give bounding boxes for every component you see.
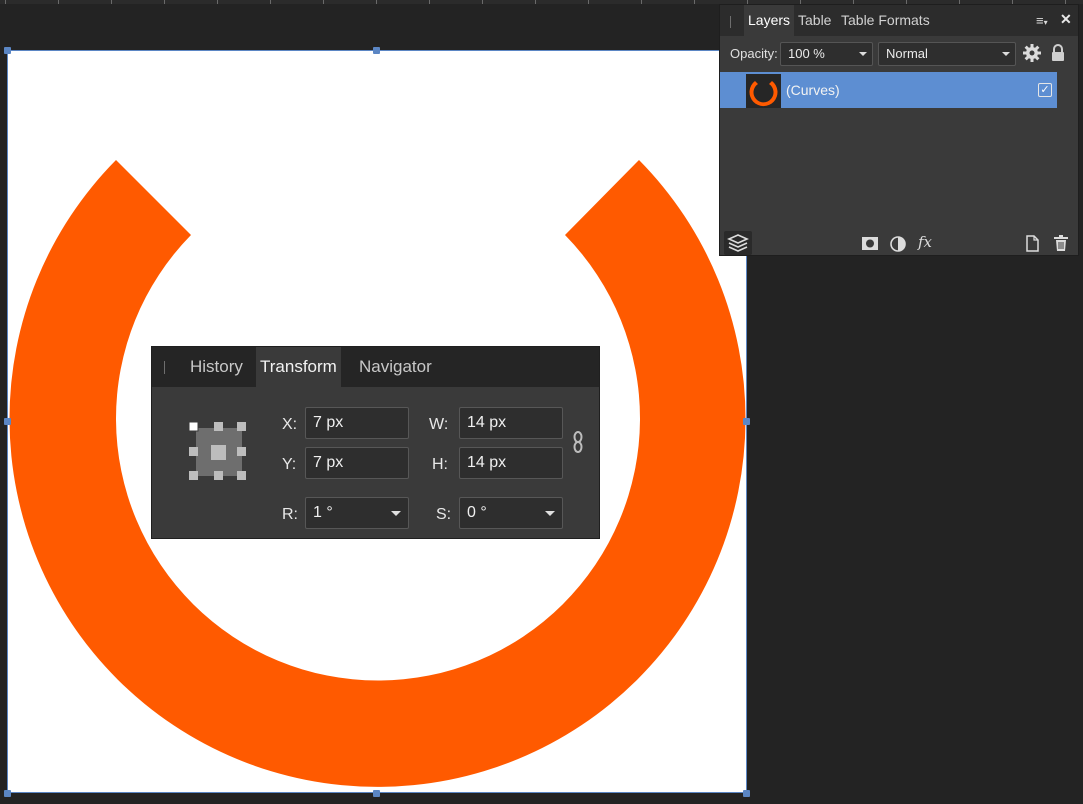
layer-thumbnail bbox=[746, 74, 781, 108]
h-input[interactable] bbox=[459, 447, 563, 479]
ruler-tick bbox=[482, 0, 483, 4]
tab-navigator[interactable]: Navigator bbox=[355, 347, 436, 387]
chevron-down-icon bbox=[391, 511, 401, 516]
layer-name: (Curves) bbox=[786, 82, 840, 98]
selection-handle-right[interactable] bbox=[743, 418, 750, 425]
trash-icon[interactable] bbox=[1051, 233, 1071, 253]
chevron-down-icon bbox=[545, 511, 555, 516]
opacity-blend-row: Opacity: 100 % Normal bbox=[720, 39, 1078, 67]
ruler-tick bbox=[323, 0, 324, 4]
gear-icon[interactable] bbox=[1022, 43, 1042, 63]
selection-handle-bottom-left[interactable] bbox=[4, 790, 11, 797]
rotation-value: 1 ° bbox=[313, 504, 333, 521]
x-label: X: bbox=[282, 416, 298, 433]
rotation-dropdown[interactable]: 1 ° bbox=[305, 497, 409, 529]
chevron-down-icon bbox=[1002, 52, 1010, 56]
layer-visibility-checkbox[interactable]: ✓ bbox=[1038, 83, 1052, 97]
tab-transform[interactable]: Transform bbox=[256, 347, 341, 387]
selection-handle-top[interactable] bbox=[373, 47, 380, 54]
anchor-point-selector[interactable] bbox=[186, 420, 252, 486]
ruler-tick bbox=[376, 0, 377, 4]
tab-table[interactable]: Table bbox=[794, 5, 835, 36]
layers-panel-tabs: Layers Table Table Formats ≡▾ ✕ bbox=[720, 5, 1078, 36]
lock-icon[interactable] bbox=[1050, 43, 1066, 63]
blend-mode-value: Normal bbox=[886, 46, 928, 61]
tab-table-formats[interactable]: Table Formats bbox=[837, 5, 934, 36]
mask-icon[interactable] bbox=[860, 233, 880, 253]
layer-thumbnail-image bbox=[749, 81, 778, 107]
h-label: H: bbox=[432, 456, 448, 473]
ruler-tick bbox=[164, 0, 165, 4]
y-label: Y: bbox=[282, 456, 297, 473]
y-input[interactable] bbox=[305, 447, 409, 479]
menu-icon[interactable]: ≡▾ bbox=[1036, 13, 1052, 28]
ruler-tick bbox=[641, 0, 642, 4]
ruler-tick bbox=[270, 0, 271, 4]
layers-panel-footer: fx bbox=[720, 231, 1078, 255]
transform-panel: History Transform Navigator X: W: Y: H: … bbox=[151, 346, 600, 539]
opacity-label: Opacity: bbox=[730, 46, 778, 61]
fx-icon[interactable]: fx bbox=[918, 233, 938, 253]
tab-separator bbox=[730, 16, 731, 28]
r-label: R: bbox=[282, 506, 298, 523]
ruler-tick bbox=[694, 0, 695, 4]
link-proportions-icon[interactable] bbox=[572, 429, 584, 455]
close-icon[interactable]: ✕ bbox=[1060, 11, 1074, 27]
w-input[interactable] bbox=[459, 407, 563, 439]
chevron-down-icon bbox=[859, 52, 867, 56]
new-layer-icon[interactable] bbox=[1022, 233, 1042, 253]
blend-mode-dropdown[interactable]: Normal bbox=[878, 42, 1016, 66]
ruler-tick bbox=[5, 0, 6, 4]
ruler-tick bbox=[588, 0, 589, 4]
layer-row-curves[interactable]: (Curves) ✓ bbox=[720, 72, 1057, 108]
w-label: W: bbox=[429, 416, 449, 433]
ruler-tick bbox=[429, 0, 430, 4]
opacity-value: 100 % bbox=[788, 46, 825, 61]
selection-handle-bottom-right[interactable] bbox=[743, 790, 750, 797]
selection-handle-bottom[interactable] bbox=[373, 790, 380, 797]
transform-panel-tabs: History Transform Navigator bbox=[152, 347, 599, 387]
ruler-tick bbox=[58, 0, 59, 4]
adjustment-icon[interactable] bbox=[888, 233, 908, 253]
ruler-tick bbox=[535, 0, 536, 4]
opacity-dropdown[interactable]: 100 % bbox=[780, 42, 873, 66]
selection-handle-left[interactable] bbox=[4, 418, 11, 425]
tab-layers[interactable]: Layers bbox=[744, 5, 795, 36]
layers-panel: Layers Table Table Formats ≡▾ ✕ Opacity:… bbox=[719, 4, 1079, 256]
ruler-tick bbox=[111, 0, 112, 4]
shear-dropdown[interactable]: 0 ° bbox=[459, 497, 563, 529]
s-label: S: bbox=[436, 506, 452, 523]
layers-stack-icon[interactable] bbox=[724, 231, 752, 255]
selection-handle-top-left[interactable] bbox=[4, 47, 11, 54]
x-input[interactable] bbox=[305, 407, 409, 439]
ruler-tick bbox=[217, 0, 218, 4]
tab-history[interactable]: History bbox=[186, 347, 247, 387]
tab-separator bbox=[164, 361, 165, 374]
shear-value: 0 ° bbox=[467, 504, 487, 521]
